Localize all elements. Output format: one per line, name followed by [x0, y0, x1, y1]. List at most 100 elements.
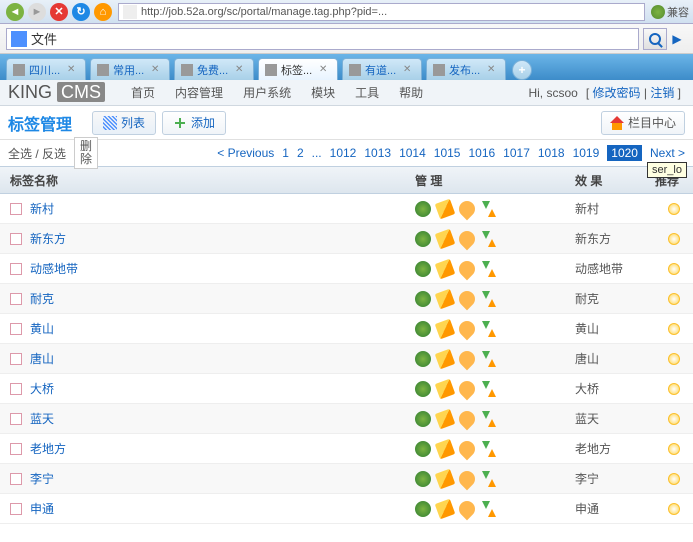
- new-tab-button[interactable]: +: [512, 60, 532, 80]
- recommend-icon[interactable]: [668, 263, 680, 275]
- view-icon[interactable]: [415, 411, 431, 427]
- tag-name-link[interactable]: 老地方: [30, 440, 66, 457]
- go-button[interactable]: ▶: [667, 28, 687, 50]
- tag-icon[interactable]: [456, 347, 479, 370]
- view-icon[interactable]: [415, 291, 431, 307]
- forward-icon[interactable]: ►: [28, 3, 46, 21]
- browser-tab[interactable]: 有道...✕: [342, 58, 422, 80]
- edit-icon[interactable]: [435, 288, 456, 309]
- edit-icon[interactable]: [435, 228, 456, 249]
- sort-icon[interactable]: [481, 441, 497, 457]
- tab-close-icon[interactable]: ✕: [235, 64, 247, 76]
- pager-page[interactable]: 1018: [538, 146, 565, 160]
- tag-name-link[interactable]: 黄山: [30, 320, 54, 337]
- row-checkbox[interactable]: [10, 353, 22, 365]
- view-icon[interactable]: [415, 351, 431, 367]
- compat-mode[interactable]: 兼容: [649, 4, 689, 20]
- tag-name-link[interactable]: 新村: [30, 200, 54, 217]
- sort-icon[interactable]: [481, 501, 497, 517]
- recommend-icon[interactable]: [668, 203, 680, 215]
- row-checkbox[interactable]: [10, 473, 22, 485]
- edit-icon[interactable]: [435, 198, 456, 219]
- nav-item[interactable]: 内容管理: [175, 86, 223, 100]
- home-icon[interactable]: ⌂: [94, 3, 112, 21]
- row-checkbox[interactable]: [10, 263, 22, 275]
- recommend-icon[interactable]: [668, 293, 680, 305]
- row-checkbox[interactable]: [10, 293, 22, 305]
- stop-icon[interactable]: ✕: [50, 3, 68, 21]
- pager-page[interactable]: 1017: [503, 146, 530, 160]
- pager-page[interactable]: 1015: [434, 146, 461, 160]
- edit-icon[interactable]: [435, 348, 456, 369]
- recommend-icon[interactable]: [668, 413, 680, 425]
- nav-item[interactable]: 帮助: [399, 86, 423, 100]
- browser-tab[interactable]: 四川...✕: [6, 58, 86, 80]
- logout-link[interactable]: 注销: [650, 86, 674, 100]
- tab-close-icon[interactable]: ✕: [487, 64, 499, 76]
- row-checkbox[interactable]: [10, 443, 22, 455]
- tag-icon[interactable]: [456, 317, 479, 340]
- view-icon[interactable]: [415, 501, 431, 517]
- delete-button[interactable]: 删 除: [74, 137, 98, 169]
- view-icon[interactable]: [415, 231, 431, 247]
- pager-next[interactable]: Next >: [650, 146, 685, 160]
- search-button[interactable]: [643, 28, 667, 50]
- url-bar[interactable]: http://job.52a.org/sc/portal/manage.tag.…: [118, 3, 645, 21]
- browser-tab[interactable]: 常用...✕: [90, 58, 170, 80]
- column-center-button[interactable]: 栏目中心: [601, 111, 685, 135]
- view-icon[interactable]: [415, 471, 431, 487]
- tag-name-link[interactable]: 动感地带: [30, 260, 78, 277]
- list-button[interactable]: 列表: [92, 111, 156, 135]
- nav-item[interactable]: 用户系统: [243, 86, 291, 100]
- recommend-icon[interactable]: [668, 383, 680, 395]
- tag-icon[interactable]: [456, 437, 479, 460]
- address-input[interactable]: 文件: [6, 28, 639, 50]
- sort-icon[interactable]: [481, 231, 497, 247]
- browser-tab[interactable]: 标签...✕: [258, 58, 338, 80]
- pager-page[interactable]: 2: [297, 146, 304, 160]
- tag-icon[interactable]: [456, 257, 479, 280]
- add-button[interactable]: 添加: [162, 111, 226, 135]
- row-checkbox[interactable]: [10, 323, 22, 335]
- tag-name-link[interactable]: 新东方: [30, 230, 66, 247]
- recommend-icon[interactable]: [668, 353, 680, 365]
- nav-item[interactable]: 工具: [355, 86, 379, 100]
- sort-icon[interactable]: [481, 291, 497, 307]
- row-checkbox[interactable]: [10, 233, 22, 245]
- pager-page[interactable]: 1: [282, 146, 289, 160]
- tab-close-icon[interactable]: ✕: [151, 64, 163, 76]
- tab-close-icon[interactable]: ✕: [67, 64, 79, 76]
- recommend-icon[interactable]: [668, 503, 680, 515]
- recommend-icon[interactable]: [668, 323, 680, 335]
- browser-tab[interactable]: 免费...✕: [174, 58, 254, 80]
- edit-icon[interactable]: [435, 468, 456, 489]
- select-all-toggle[interactable]: 全选 / 反选: [8, 145, 66, 162]
- recommend-icon[interactable]: [668, 443, 680, 455]
- back-icon[interactable]: ◄: [6, 3, 24, 21]
- row-checkbox[interactable]: [10, 383, 22, 395]
- sort-icon[interactable]: [481, 261, 497, 277]
- nav-item[interactable]: 首页: [131, 86, 155, 100]
- tab-close-icon[interactable]: ✕: [319, 64, 331, 76]
- edit-icon[interactable]: [435, 438, 456, 459]
- nav-item[interactable]: 模块: [311, 86, 335, 100]
- sort-icon[interactable]: [481, 351, 497, 367]
- edit-icon[interactable]: [435, 498, 456, 519]
- edit-icon[interactable]: [435, 408, 456, 429]
- recommend-icon[interactable]: [668, 233, 680, 245]
- tag-name-link[interactable]: 唐山: [30, 350, 54, 367]
- pager-page[interactable]: 1019: [573, 146, 600, 160]
- sort-icon[interactable]: [481, 471, 497, 487]
- pager-page[interactable]: 1016: [468, 146, 495, 160]
- pager-page[interactable]: 1014: [399, 146, 426, 160]
- pager-page[interactable]: 1020: [607, 145, 642, 161]
- tag-icon[interactable]: [456, 467, 479, 490]
- tag-icon[interactable]: [456, 497, 479, 520]
- tag-icon[interactable]: [456, 377, 479, 400]
- pager-prev[interactable]: < Previous: [217, 146, 274, 160]
- tag-icon[interactable]: [456, 287, 479, 310]
- tag-name-link[interactable]: 蓝天: [30, 410, 54, 427]
- tag-icon[interactable]: [456, 227, 479, 250]
- tag-name-link[interactable]: 大桥: [30, 380, 54, 397]
- edit-icon[interactable]: [435, 378, 456, 399]
